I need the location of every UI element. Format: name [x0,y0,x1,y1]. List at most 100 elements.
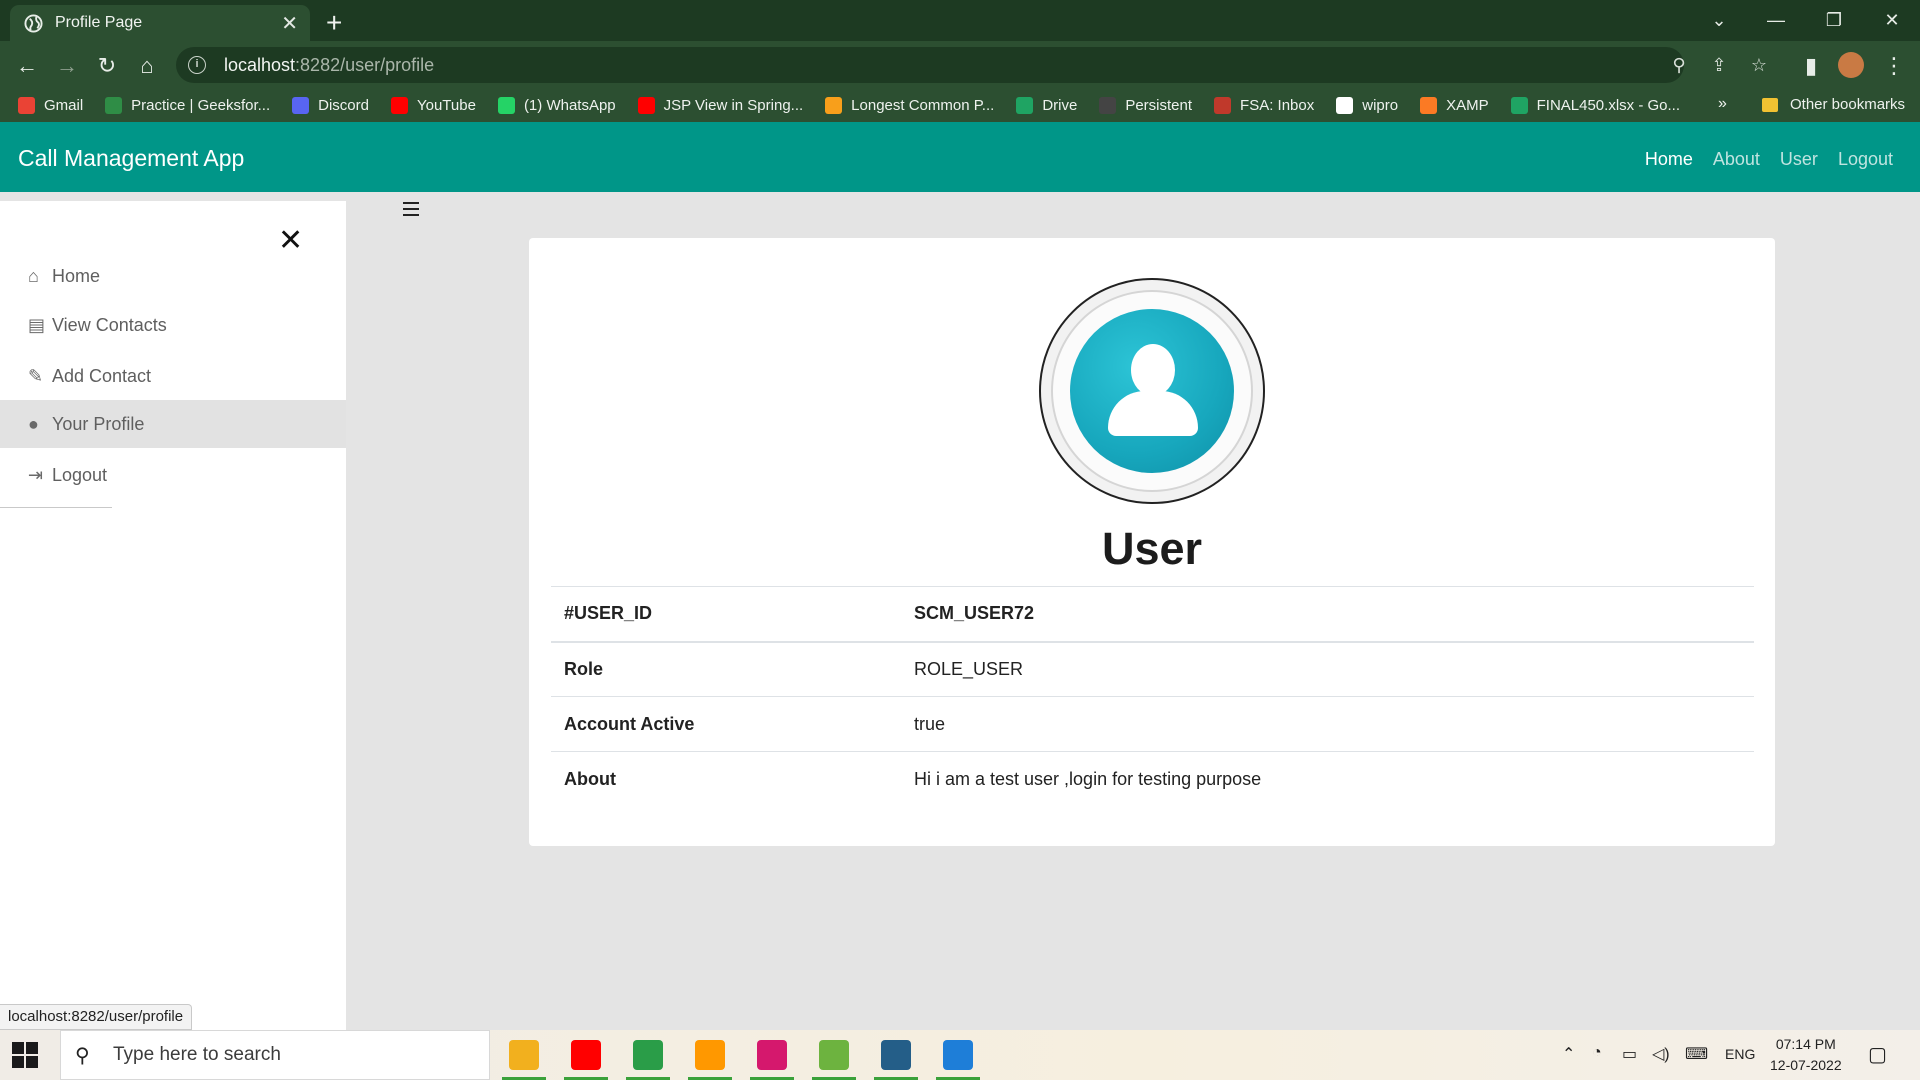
sidebar-item-your-profile[interactable]: ● Your Profile [0,400,346,448]
bookmark-item[interactable]: Gmail [18,97,83,114]
row-value: Hi i am a test user ,login for testing p… [901,751,1754,807]
bookmark-label: (1) WhatsApp [523,97,616,114]
wifi-icon[interactable]: ◔ [1592,1044,1602,1062]
new-tab-button[interactable]: + [326,7,342,39]
forward-arrow-icon[interactable]: → [53,52,81,80]
keyboard-icon[interactable]: ⌨ [1685,1044,1708,1064]
sidebar-item-label: Add Contact [52,365,152,386]
table-row: Role ROLE_USER [551,641,1754,697]
zoom-icon[interactable]: ⚲ [1668,55,1690,77]
taskbar-app-spring-tool-suite[interactable] [806,1030,862,1080]
address-url[interactable]: localhost:8282/user/profile [224,55,434,76]
bookmark-label: Longest Common P... [851,97,995,114]
tab-close-icon[interactable]: ✕ [281,11,298,36]
sidebar-item-label: View Contacts [52,314,167,335]
bookmark-item[interactable]: Discord [292,97,369,114]
bookmark-favicon-icon [390,97,408,114]
sidebar-item-add-contact[interactable]: ✎ Add Contact [0,352,346,400]
windows-start-icon[interactable] [12,1042,38,1068]
bookmark-favicon-icon [292,97,310,114]
bookmark-label: FSA: Inbox [1240,97,1315,114]
bookmark-item[interactable]: XAMP [1420,97,1489,114]
reload-icon[interactable]: ↻ [93,52,121,80]
bookmark-item[interactable]: (1) WhatsApp [497,97,616,114]
tray-chevron-icon[interactable]: ⌃ [1562,1044,1575,1064]
profile-name: User [1101,523,1203,574]
volume-icon[interactable]: ◁) [1652,1044,1670,1064]
table-row: #USER_ID SCM_USER72 [551,586,1754,643]
row-key: About [551,751,901,807]
back-arrow-icon[interactable]: ← [13,52,41,80]
globe-icon [24,13,43,33]
notifications-icon[interactable]: ▢ [1868,1042,1887,1067]
address-bar[interactable]: i localhost:8282/user/profile ⚲ ⇪ ☆ [176,47,1767,83]
home-icon[interactable]: ⌂ [133,52,161,80]
taskbar-app-sublime-text[interactable] [682,1030,738,1080]
user-silhouette-icon [1070,309,1234,473]
bookmark-item[interactable]: FSA: Inbox [1214,97,1314,114]
nav-links: Home About User Logout [1625,149,1893,170]
nav-logout-link[interactable]: Logout [1838,149,1893,170]
share-icon[interactable]: ⇪ [1708,55,1730,77]
language-indicator[interactable]: ENG [1725,1046,1755,1062]
sidebar-item-view-contacts[interactable]: ▤ View Contacts [0,301,346,349]
taskbar-search-placeholder: Type here to search [113,1044,281,1065]
nav-about-link[interactable]: About [1713,149,1760,170]
bookmark-item[interactable]: wipro [1336,97,1398,114]
search-icon: ⚲ [75,1044,90,1067]
bookmark-favicon-icon [105,97,123,114]
taskbar-app-intellij[interactable] [744,1030,800,1080]
taskbar-app-chrome[interactable] [620,1030,676,1080]
sidebar-item-home[interactable]: ⌂ Home [0,252,346,300]
clock-time: 07:14 PM [1775,1036,1836,1052]
taskbar-app-file-explorer[interactable] [496,1030,552,1080]
nav-home-link[interactable]: Home [1645,149,1693,170]
other-bookmarks-label: Other bookmarks [1790,96,1906,113]
other-bookmarks[interactable]: Other bookmarks [1762,96,1905,113]
bookmark-label: Gmail [44,97,84,114]
side-panel-icon[interactable]: ▮ [1797,52,1825,80]
bookmark-item[interactable]: YouTube [390,97,476,114]
hamburger-menu-icon[interactable] [403,202,419,220]
taskbar-app-mysql-workbench[interactable] [868,1030,924,1080]
bookmarks-overflow-icon[interactable]: » [1718,95,1727,113]
table-row: Account Active true [551,696,1754,752]
mysql-workbench-icon [881,1040,911,1070]
site-info-icon[interactable]: i [188,56,206,74]
bookmark-item[interactable]: JSP View in Spring... [637,97,804,114]
app-navbar: Call Management App Home About User Logo… [0,122,1920,192]
app-brand[interactable]: Call Management App [18,145,244,172]
bookmark-label: JSP View in Spring... [663,97,804,114]
battery-icon[interactable]: ▭ [1622,1044,1637,1064]
sidebar-divider [0,507,112,508]
folder-icon [1762,97,1778,112]
taskbar-app-photos[interactable] [930,1030,986,1080]
sidebar-item-logout[interactable]: ⇥ Logout [0,451,346,499]
taskbar-clock[interactable]: 07:14 PM 12-07-2022 [1770,1034,1842,1076]
minimize-button[interactable]: — [1748,0,1804,41]
row-key: #USER_ID [551,586,901,643]
sidebar-item-label: Your Profile [52,413,145,434]
profile-avatar-icon[interactable] [1838,52,1864,78]
nav-user-link[interactable]: User [1780,149,1818,170]
bookmark-favicon-icon [18,97,35,114]
browser-tab[interactable]: Profile Page ✕ [10,5,310,41]
taskbar-app-youtube[interactable] [558,1030,614,1080]
bookmark-item[interactable]: Drive [1016,97,1077,114]
menu-kebab-icon[interactable]: ⋮ [1880,52,1908,80]
taskbar-search[interactable]: ⚲ Type here to search [60,1030,490,1080]
bookmark-label: FINAL450.xlsx - Go... [1536,97,1680,114]
bookmark-item[interactable]: Longest Common P... [825,97,994,114]
bookmark-item[interactable]: Practice | Geeksfor... [105,97,270,114]
bookmark-item[interactable]: FINAL450.xlsx - Go... [1510,97,1680,114]
bookmark-label: XAMP [1446,97,1489,114]
sidebar-item-label: Home [52,265,101,286]
bookmark-favicon-icon [1420,97,1438,114]
close-window-button[interactable]: ✕ [1864,0,1920,41]
bookmark-favicon-icon [825,97,843,114]
tab-search-chevron-icon[interactable]: ⌄ [1691,0,1747,41]
table-row: About Hi i am a test user ,login for tes… [551,751,1754,807]
restore-button[interactable]: ❐ [1806,0,1862,41]
bookmark-star-icon[interactable]: ☆ [1748,55,1770,77]
bookmark-item[interactable]: Persistent [1099,97,1192,114]
